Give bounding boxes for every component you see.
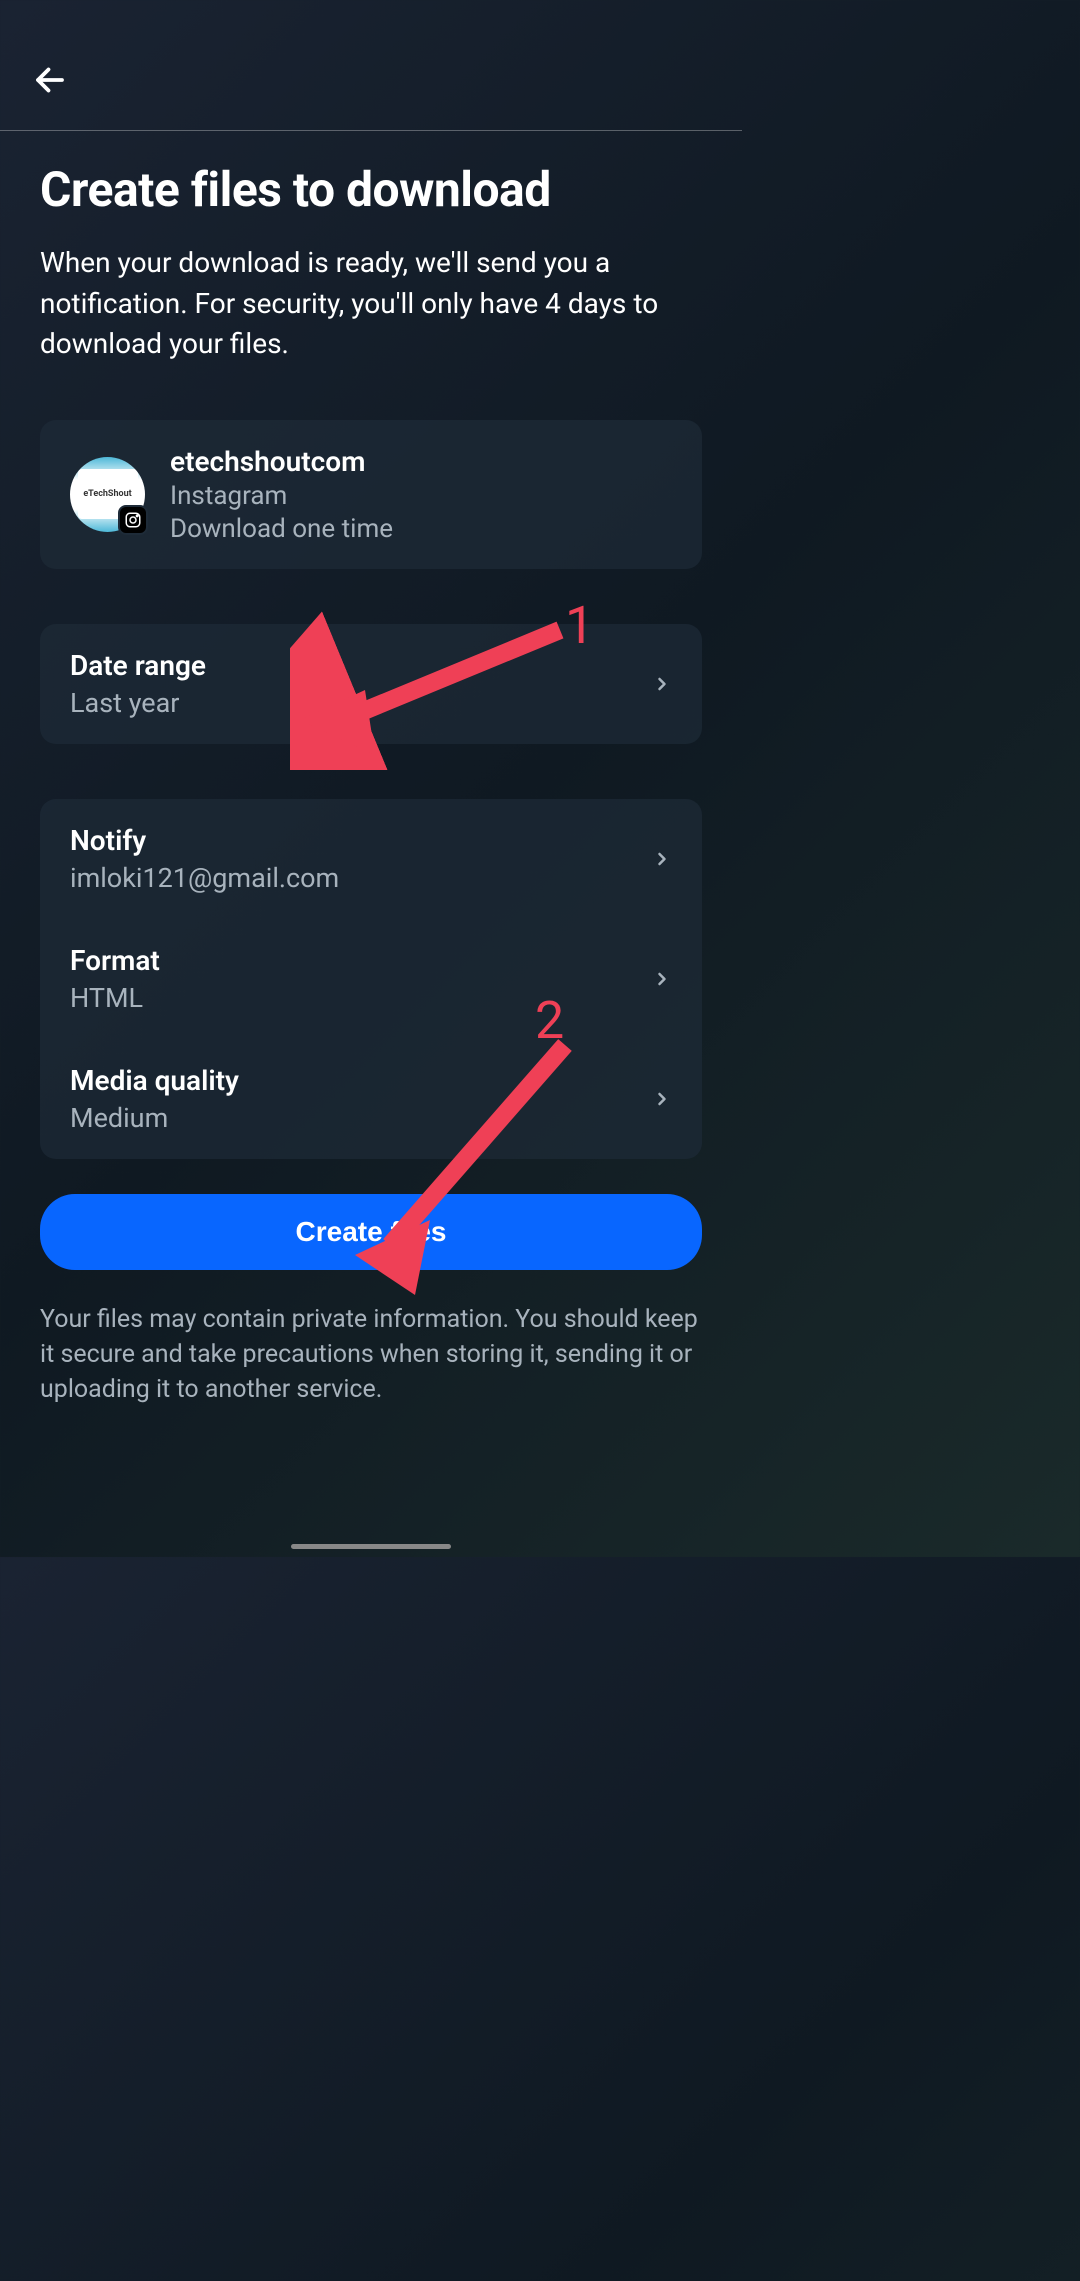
notify-content: Notify imloki121@gmail.com bbox=[70, 824, 652, 894]
date-range-value: Last year bbox=[70, 687, 652, 719]
notify-value: imloki121@gmail.com bbox=[70, 862, 652, 894]
back-button[interactable] bbox=[30, 60, 70, 100]
account-row: eTechShout etechshoutcom Instagram Downl… bbox=[40, 420, 702, 569]
page-title: Create files to download bbox=[40, 161, 702, 218]
date-range-row[interactable]: Date range Last year bbox=[40, 624, 702, 744]
date-range-content: Date range Last year bbox=[70, 649, 652, 719]
account-info: etechshoutcom Instagram Download one tim… bbox=[170, 445, 672, 544]
avatar-container: eTechShout bbox=[70, 457, 145, 532]
format-value: HTML bbox=[70, 982, 652, 1014]
back-arrow-icon bbox=[32, 62, 68, 98]
notify-label: Notify bbox=[70, 824, 652, 857]
chevron-right-icon bbox=[652, 1089, 672, 1109]
notify-row[interactable]: Notify imloki121@gmail.com bbox=[40, 799, 702, 919]
format-row[interactable]: Format HTML bbox=[40, 919, 702, 1039]
date-range-label: Date range bbox=[70, 649, 652, 682]
chevron-right-icon bbox=[652, 969, 672, 989]
settings-card: Notify imloki121@gmail.com Format HTML M… bbox=[40, 799, 702, 1159]
content: Create files to download When your downl… bbox=[0, 131, 742, 1437]
disclaimer-text: Your files may contain private informati… bbox=[40, 1302, 702, 1407]
create-files-button[interactable]: Create files bbox=[40, 1194, 702, 1270]
account-detail: Download one time bbox=[170, 514, 672, 544]
format-label: Format bbox=[70, 944, 652, 977]
date-range-card: Date range Last year bbox=[40, 624, 702, 744]
account-name: etechshoutcom bbox=[170, 445, 672, 478]
account-card: eTechShout etechshoutcom Instagram Downl… bbox=[40, 420, 702, 569]
media-quality-value: Medium bbox=[70, 1102, 652, 1134]
header bbox=[0, 0, 742, 131]
media-quality-content: Media quality Medium bbox=[70, 1064, 652, 1134]
home-indicator[interactable] bbox=[291, 1544, 451, 1549]
instagram-badge-icon bbox=[118, 505, 148, 535]
account-platform: Instagram bbox=[170, 481, 672, 511]
page-description: When your download is ready, we'll send … bbox=[40, 243, 702, 365]
media-quality-row[interactable]: Media quality Medium bbox=[40, 1039, 702, 1159]
chevron-right-icon bbox=[652, 674, 672, 694]
chevron-right-icon bbox=[652, 849, 672, 869]
format-content: Format HTML bbox=[70, 944, 652, 1014]
media-quality-label: Media quality bbox=[70, 1064, 652, 1097]
